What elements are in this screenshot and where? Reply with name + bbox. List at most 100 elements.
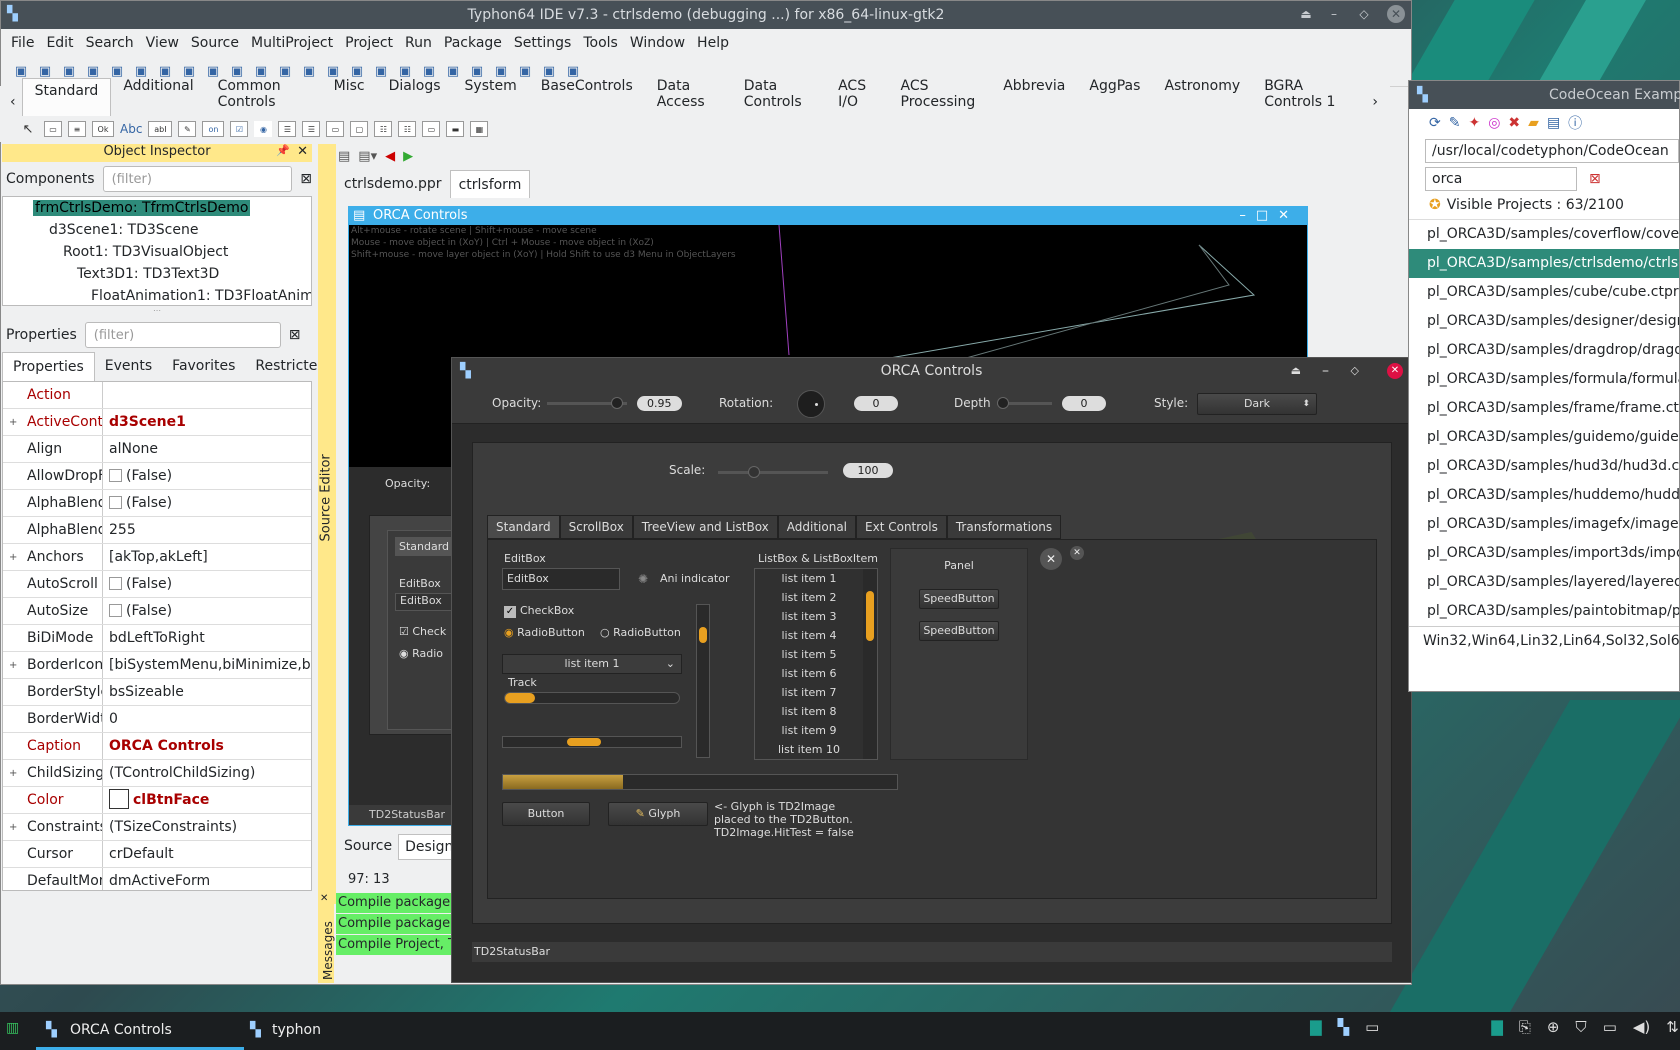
project-list-item[interactable]: pl_ORCA3D/samples/paintobitmap/painto — [1409, 597, 1679, 626]
checkgroup-component-icon[interactable]: ☷ — [398, 121, 417, 137]
updates-icon[interactable]: ⊕ — [1547, 1018, 1560, 1036]
menu-file[interactable]: File — [5, 35, 40, 51]
keep-above-icon[interactable]: ⏏ — [1297, 5, 1315, 23]
listbox[interactable]: list item 1 list item 2 list item 3 list it… — [754, 568, 878, 760]
checkbox-component-icon[interactable]: ☑ — [230, 121, 249, 137]
button-component-icon[interactable]: Ok — [92, 121, 114, 137]
project-list-item[interactable]: pl_ORCA3D/samples/cube/cube.ctpr — [1409, 278, 1679, 307]
menu-tools[interactable]: Tools — [577, 35, 624, 51]
menu-component-icon[interactable]: ≡ — [68, 121, 86, 137]
orca-tab-additional[interactable]: Additional — [777, 515, 857, 539]
menu-view[interactable]: View — [140, 35, 185, 51]
property-row[interactable]: + ChildSizing (TControlChildSizing) — [3, 760, 311, 787]
property-row[interactable]: Action — [3, 382, 311, 409]
close-icon[interactable]: ✕ — [1387, 5, 1405, 23]
delete-icon[interactable]: ✖ — [1508, 115, 1520, 131]
prop-tab-events[interactable]: Events — [95, 352, 162, 381]
horizontal-scrollbar[interactable] — [502, 736, 682, 748]
palette-tab-misc[interactable]: Misc — [322, 78, 377, 116]
editor-options-icon[interactable]: ▤▾ — [358, 149, 377, 164]
property-row[interactable]: +ActiveControld3Scene1 — [3, 409, 311, 436]
maximize-icon[interactable]: ◇ — [1355, 5, 1373, 23]
menu-edit[interactable]: Edit — [40, 35, 79, 51]
tray-app-icon[interactable]: ▇ — [1310, 1018, 1322, 1036]
scale-slider[interactable] — [718, 466, 828, 478]
panel-component-icon[interactable]: ▭ — [422, 121, 441, 137]
orca-minimize-icon[interactable]: – — [1322, 358, 1329, 384]
property-row[interactable]: + Anchors [akTop,akLeft] — [3, 544, 311, 571]
palette-tab-common-controls[interactable]: Common Controls — [206, 78, 322, 116]
list-item[interactable]: list item 9 — [755, 721, 863, 740]
property-value[interactable]: dmActiveForm — [103, 868, 311, 890]
editor-menu-icon[interactable]: ▤ — [338, 149, 350, 164]
property-value[interactable]: [akTop,akLeft] — [103, 544, 311, 570]
property-value[interactable]: bdLeftToRight — [103, 625, 311, 651]
tree-node[interactable]: d3Scene1: TD3Scene — [3, 219, 311, 241]
clear-filter-icon[interactable]: ⊠ — [300, 171, 312, 187]
listbox-component-icon[interactable]: ☰ — [278, 121, 297, 137]
property-value[interactable]: (False) — [103, 490, 311, 516]
orca-tab-ext-controls[interactable]: Ext Controls — [856, 515, 947, 539]
property-row[interactable]: AllowDropFiles(False) — [3, 463, 311, 490]
frame-component-icon[interactable]: ▭ — [44, 121, 62, 137]
path-input[interactable]: /usr/local/codetyphon/CodeOcean — [1425, 139, 1679, 163]
palette-tab-data-access[interactable]: Data Access — [645, 78, 732, 116]
combobox-component-icon[interactable]: ☰ — [302, 121, 321, 137]
radio-button-1[interactable]: ◉ RadioButton — [504, 626, 585, 639]
radio-button-2[interactable]: ○ RadioButton — [600, 626, 681, 639]
build-icon[interactable]: ✎ — [1449, 115, 1461, 131]
actionlist-component-icon[interactable]: ▦ — [470, 121, 489, 137]
editbox-input[interactable]: EditBox — [502, 568, 620, 590]
prop-tab-favorites[interactable]: Favorites — [162, 352, 245, 381]
tree-node[interactable]: FloatAnimation1: TD3FloatAnim — [3, 285, 311, 307]
property-value[interactable]: (TSizeConstraints) — [103, 814, 311, 840]
project-list-item[interactable]: pl_ORCA3D/samples/frame/frame.ctpr — [1409, 394, 1679, 423]
info-icon[interactable]: ⓘ — [1568, 113, 1582, 133]
property-value[interactable] — [103, 382, 311, 408]
property-row[interactable]: AutoScroll (False) — [3, 571, 311, 598]
orca-tab-treeview-and-listbox[interactable]: TreeView and ListBox — [632, 515, 778, 539]
network-icon[interactable]: ⇅ — [1666, 1018, 1679, 1036]
menu-project[interactable]: Project — [339, 35, 399, 51]
project-list-item[interactable]: pl_ORCA3D/samples/hud3d/hud3d.ctpr — [1409, 452, 1679, 481]
property-row[interactable]: AlphaBlend (False) — [3, 490, 311, 517]
search-input[interactable]: orca — [1425, 167, 1577, 191]
property-value[interactable]: (TControlChildSizing) — [103, 760, 311, 786]
app-launcher-icon[interactable]: ▥ — [6, 1020, 24, 1040]
palette-tab-abbrevia[interactable]: Abbrevia — [991, 78, 1077, 116]
property-value[interactable]: 255 — [103, 517, 311, 543]
orca-maximize-icon[interactable]: ◇ — [1351, 358, 1359, 384]
message-line[interactable]: Compile package pl — [336, 893, 458, 913]
expand-icon[interactable]: + — [9, 652, 17, 678]
property-row[interactable]: DefaultMonitodmActiveForm — [3, 868, 311, 890]
vertical-scrollbar[interactable] — [696, 604, 710, 758]
opacity-slider[interactable] — [547, 397, 627, 409]
clipboard-icon[interactable]: ⎘ — [1519, 1018, 1531, 1036]
menu-help[interactable]: Help — [691, 35, 735, 51]
project-list-item[interactable]: pl_ORCA3D/samples/guidemo/guidemo.c — [1409, 423, 1679, 452]
list-item[interactable]: list item 3 — [755, 607, 863, 626]
property-value[interactable]: [biSystemMenu,biMinimize,b — [103, 652, 311, 678]
groupbox-component-icon[interactable]: ▢ — [350, 121, 369, 137]
menu-package[interactable]: Package — [438, 35, 508, 51]
property-row[interactable]: BorderStyle bsSizeable — [3, 679, 311, 706]
task-orca[interactable]: ▚ ORCA Controls — [36, 1012, 244, 1050]
palette-tab-data-controls[interactable]: Data Controls — [732, 78, 826, 116]
tree-node[interactable]: frmCtrlsDemo: TfrmCtrlsDemo — [3, 197, 311, 219]
orca-close-icon[interactable]: ✕ — [1387, 363, 1403, 379]
radiogroup-component-icon[interactable]: ☷ — [374, 121, 393, 137]
expand-icon[interactable]: + — [9, 544, 17, 570]
toggle-component-icon[interactable]: on — [202, 121, 225, 137]
property-row[interactable]: Cursor crDefault — [3, 841, 311, 868]
listbox-scrollbar[interactable] — [863, 569, 877, 759]
button[interactable]: Button — [502, 802, 590, 826]
pin-icon[interactable]: 📌 — [276, 144, 290, 157]
task-typhon[interactable]: ▚ typhon — [248, 1012, 448, 1050]
property-row[interactable]: AutoSize (False) — [3, 598, 311, 625]
tray-app2-icon[interactable]: ▇ — [1491, 1018, 1503, 1036]
project-list-item[interactable]: pl_ORCA3D/samples/formula/formula.ctp — [1409, 365, 1679, 394]
shield-icon[interactable]: ⛉ — [1575, 1018, 1586, 1036]
project-list-item[interactable]: pl_ORCA3D/samples/dragdrop/dragdrop. — [1409, 336, 1679, 365]
scrollbar-component-icon[interactable]: ▭ — [326, 121, 345, 137]
property-row[interactable]: AlphaBlendVal255 — [3, 517, 311, 544]
